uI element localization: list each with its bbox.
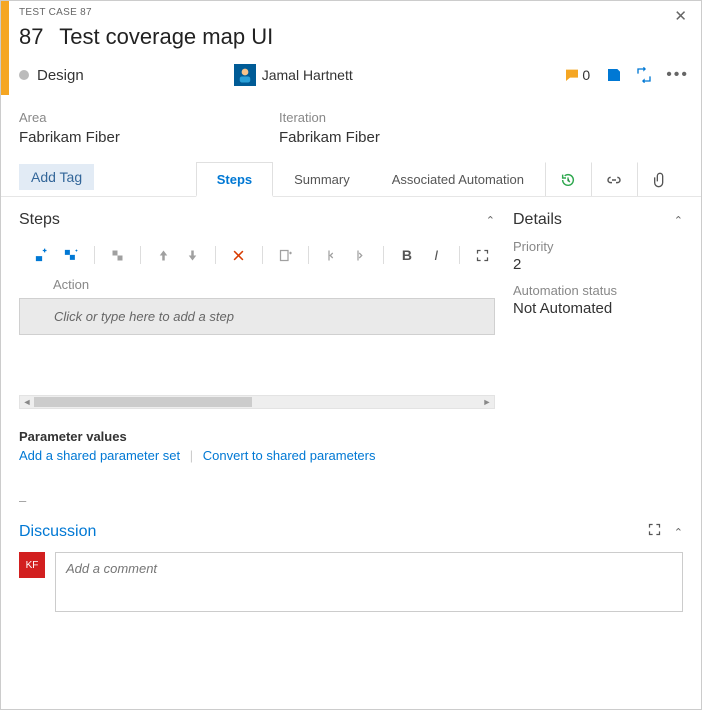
details-title: Details	[513, 211, 562, 229]
comment-input[interactable]	[55, 552, 683, 612]
more-actions-icon[interactable]: •••	[666, 66, 689, 84]
tab-attachments-icon[interactable]	[637, 162, 683, 196]
convert-shared-parameters-link[interactable]: Convert to shared parameters	[203, 448, 376, 463]
state-label[interactable]: Design	[37, 67, 84, 84]
tab-associated-automation[interactable]: Associated Automation	[371, 162, 545, 196]
automation-status-value: Not Automated	[513, 300, 683, 317]
move-up-icon[interactable]	[151, 243, 176, 267]
state-dot-icon	[19, 70, 29, 80]
work-item-type-label: TEST CASE 87	[19, 7, 689, 22]
work-item-id: 87	[19, 24, 43, 49]
assignee-name: Jamal Hartnett	[262, 67, 353, 83]
add-tag-button[interactable]: Add Tag	[19, 164, 94, 190]
add-shared-parameter-link[interactable]: Add a shared parameter set	[19, 448, 180, 463]
steps-section-header: Steps ⌃	[19, 211, 495, 229]
fullscreen-icon[interactable]	[470, 243, 495, 267]
body: Steps ⌃ B I	[1, 197, 701, 508]
work-item-window: TEST CASE 87 ✕ 87 Test coverage map UI D…	[0, 0, 702, 710]
tabs: Steps Summary Associated Automation	[196, 162, 683, 196]
priority-field[interactable]: Priority 2	[513, 239, 683, 273]
steps-toolbar: B I	[19, 239, 495, 277]
toolbar-separator	[459, 246, 460, 264]
details-section-header: Details ⌃	[513, 211, 683, 229]
discussion-header: Discussion ⌃	[19, 522, 683, 542]
steps-scrollbar[interactable]: ◄ ►	[19, 395, 495, 409]
discussion-title: Discussion	[19, 523, 96, 541]
toolbar-separator	[215, 246, 216, 264]
title-row: 87 Test coverage map UI	[19, 22, 689, 60]
work-item-title[interactable]: Test coverage map UI	[59, 24, 273, 49]
scroll-left-icon[interactable]: ◄	[20, 397, 34, 407]
automation-status-field[interactable]: Automation status Not Automated	[513, 283, 683, 317]
parameter-values-title: Parameter values	[19, 429, 495, 444]
toolbar-separator	[262, 246, 263, 264]
add-step-placeholder[interactable]: Click or type here to add a step	[19, 298, 495, 335]
close-icon[interactable]: ✕	[674, 7, 687, 25]
priority-label: Priority	[513, 239, 683, 254]
parameter-values-section: Parameter values Add a shared parameter …	[19, 429, 495, 463]
header: TEST CASE 87 ✕ 87 Test coverage map UI D…	[1, 1, 701, 100]
iteration-field[interactable]: Iteration Fabrikam Fiber	[279, 110, 539, 146]
insert-shared-step-icon[interactable]	[58, 243, 83, 267]
discussion-section: Discussion ⌃ KF	[1, 508, 701, 622]
main-column: Steps ⌃ B I	[19, 211, 495, 508]
iteration-value: Fabrikam Fiber	[279, 129, 539, 146]
collapse-discussion-icon[interactable]: ⌃	[674, 526, 683, 539]
scroll-right-icon[interactable]: ►	[480, 397, 494, 407]
save-icon[interactable]	[606, 67, 622, 83]
link-separator: |	[190, 448, 193, 463]
toolbar-separator	[308, 246, 309, 264]
avatar-icon	[234, 64, 256, 86]
comment-count: 0	[582, 67, 590, 83]
discussion-comment-row: KF	[19, 552, 683, 612]
italic-icon[interactable]: I	[424, 243, 449, 267]
area-label: Area	[19, 110, 279, 125]
toolbar-separator	[383, 246, 384, 264]
priority-value: 2	[513, 256, 683, 273]
area-field[interactable]: Area Fabrikam Fiber	[19, 110, 279, 146]
indent-icon[interactable]	[348, 243, 373, 267]
automation-status-label: Automation status	[513, 283, 683, 298]
toolbar-separator	[94, 246, 95, 264]
collapse-details-icon[interactable]: ⌃	[674, 214, 683, 227]
current-user-avatar: KF	[19, 552, 45, 578]
delete-step-icon[interactable]	[226, 243, 251, 267]
scroll-thumb[interactable]	[34, 397, 252, 407]
add-attachment-icon[interactable]	[273, 243, 298, 267]
tab-history-icon[interactable]	[545, 162, 591, 196]
discussion-fullscreen-icon[interactable]	[647, 522, 662, 542]
collapse-steps-icon[interactable]: ⌃	[486, 214, 495, 227]
area-value: Fabrikam Fiber	[19, 129, 279, 146]
meta-row: Design Jamal Hartnett 0	[19, 60, 689, 90]
tabs-row: Add Tag Steps Summary Associated Automat…	[1, 146, 701, 197]
toolbar-separator	[140, 246, 141, 264]
tab-links-icon[interactable]	[591, 162, 637, 196]
move-down-icon[interactable]	[180, 243, 205, 267]
bold-icon[interactable]: B	[394, 243, 419, 267]
tab-summary[interactable]: Summary	[273, 162, 371, 196]
comments-button[interactable]: 0	[564, 67, 590, 83]
insert-step-icon[interactable]	[29, 243, 54, 267]
collapsed-marker: –	[19, 493, 495, 508]
meta-actions: 0 •••	[564, 66, 689, 84]
assignee-field[interactable]: Jamal Hartnett	[234, 64, 353, 86]
create-shared-steps-icon[interactable]	[105, 243, 130, 267]
tab-steps[interactable]: Steps	[196, 162, 273, 197]
iteration-label: Iteration	[279, 110, 539, 125]
classification-fields: Area Fabrikam Fiber Iteration Fabrikam F…	[1, 100, 701, 146]
steps-column-action: Action	[19, 277, 495, 298]
steps-title: Steps	[19, 211, 60, 229]
details-panel: Details ⌃ Priority 2 Automation status N…	[513, 211, 683, 508]
outdent-icon[interactable]	[319, 243, 344, 267]
refresh-icon[interactable]	[636, 67, 652, 83]
